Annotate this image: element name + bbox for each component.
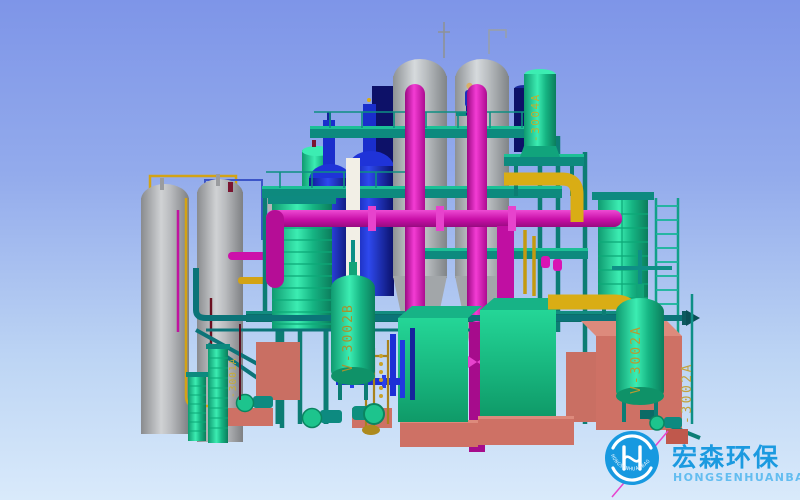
magenta-downpipe-A	[405, 84, 425, 322]
plinth2	[478, 419, 574, 445]
plant-3d-render: -3004A	[0, 0, 800, 500]
reactor2-gold-tip	[367, 98, 371, 102]
logo-chinese-name: 宏森环保	[672, 443, 780, 472]
reactor-valve1	[312, 140, 316, 147]
blue-riser2	[400, 340, 405, 398]
logo-english-name: HONGSENHUANBAO	[673, 471, 800, 484]
magenta-downpipe-B	[467, 84, 487, 322]
foundation-mid-left	[256, 342, 300, 400]
magenta-stub1	[541, 256, 550, 268]
tank2-nozzle	[216, 174, 220, 186]
br-red-base	[666, 429, 688, 444]
magenta-header-left-elbow	[266, 210, 284, 288]
brass-base	[362, 425, 380, 435]
header-flange2	[436, 206, 444, 231]
v3002b-label: V-3002B	[341, 303, 356, 372]
plinth1	[400, 423, 478, 447]
outer-3002a-label: -3002A	[680, 362, 695, 424]
tank1-nozzle	[160, 178, 164, 190]
pump2-motor	[253, 396, 273, 408]
maroon-valve	[228, 182, 233, 192]
pump-column-label: -3001A	[228, 358, 239, 398]
pump3-volute	[303, 409, 322, 428]
deck1	[310, 129, 556, 138]
stack2-body	[208, 349, 228, 443]
blue-riser1	[390, 334, 396, 396]
br-pump-volute	[650, 416, 664, 430]
stack2-cap	[206, 344, 230, 349]
plate-hx-right-cap	[592, 192, 654, 200]
vessel-3004a-label: -3004A	[529, 93, 542, 142]
box2-front	[480, 310, 556, 416]
magenta-stub2	[553, 259, 562, 271]
box1-front	[398, 318, 468, 422]
green-box-units	[398, 298, 570, 422]
vessel-3004a-deck	[504, 157, 584, 166]
plant-scene-canvas: -3004A	[0, 0, 800, 500]
pump3-motor	[320, 410, 342, 423]
plate-hx-left-cap	[268, 196, 336, 204]
header-flange3	[508, 206, 516, 231]
plinth2-edge	[478, 416, 574, 419]
blue-riser3	[410, 328, 415, 400]
blue-header-flange2	[382, 375, 386, 388]
pump1-volute	[364, 404, 384, 424]
tank1-shell	[141, 198, 189, 434]
header-flange1	[368, 206, 376, 231]
br-pump-motor	[664, 417, 682, 428]
v3002a-label: V-3002A	[629, 325, 644, 394]
box1-top	[398, 306, 482, 318]
stack1-cap	[186, 372, 208, 377]
foundation-mid-right	[566, 352, 596, 422]
vessel-3004a-skirt	[520, 146, 560, 157]
deck1-edge	[310, 126, 556, 129]
